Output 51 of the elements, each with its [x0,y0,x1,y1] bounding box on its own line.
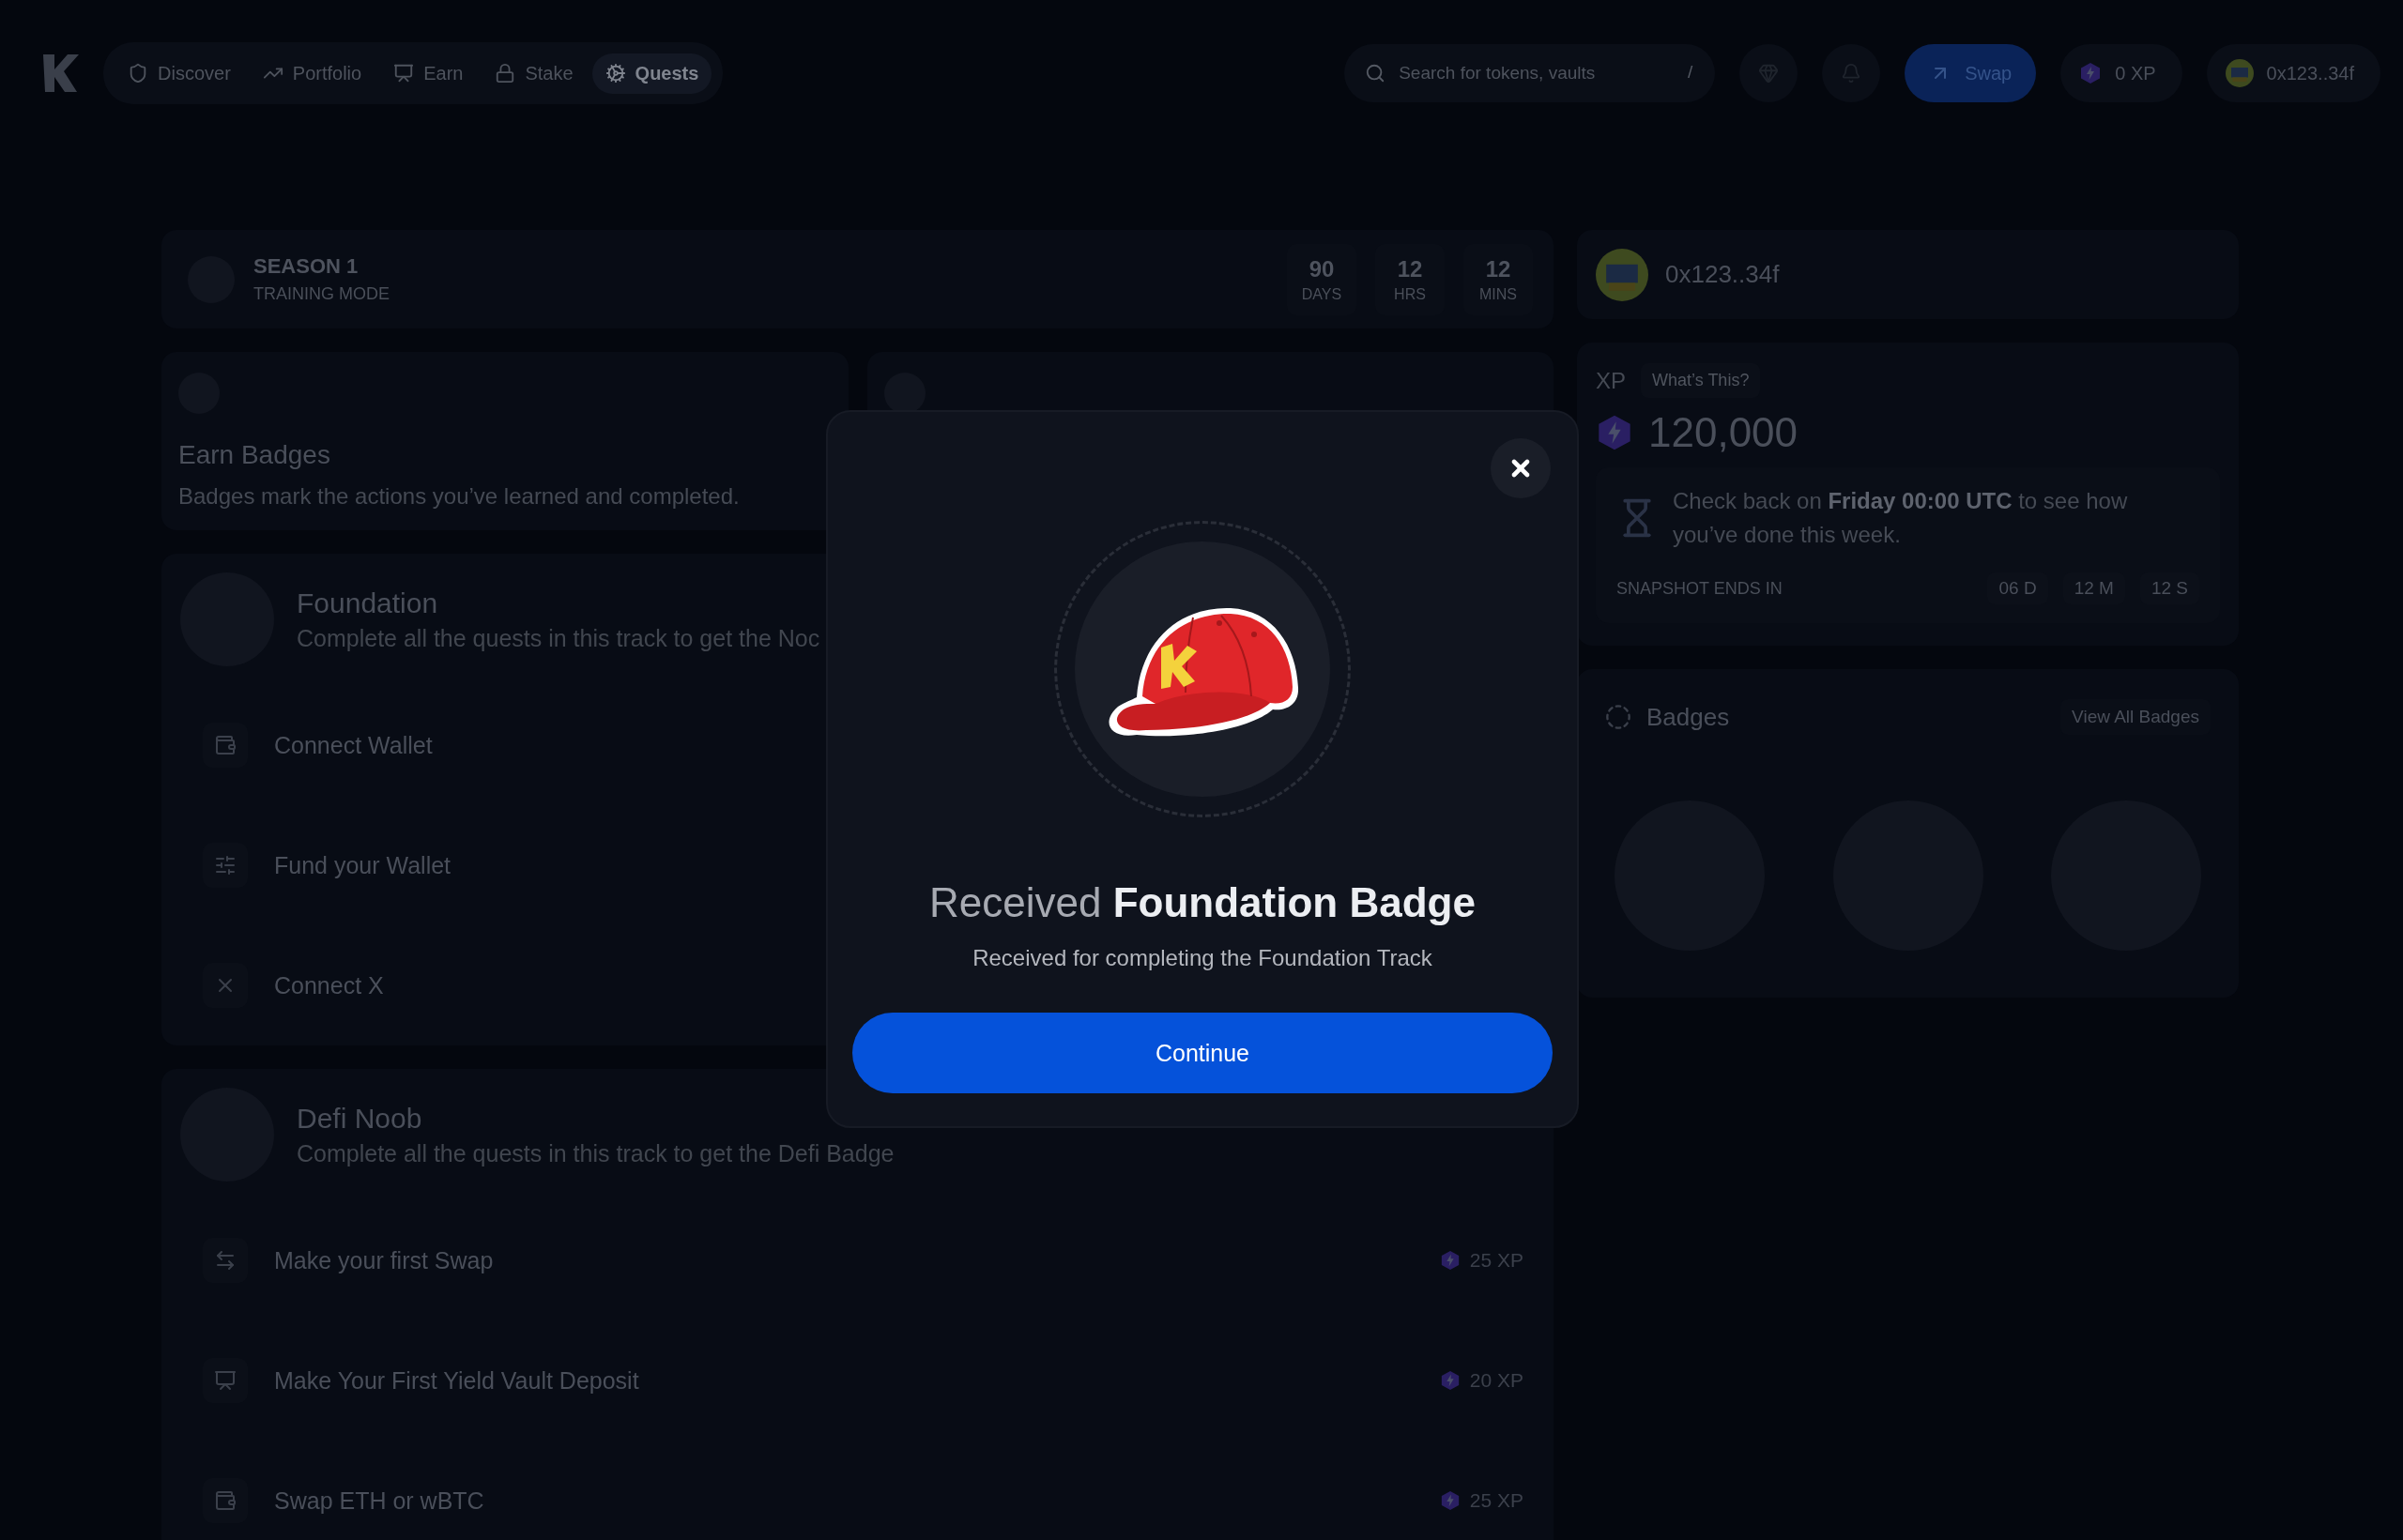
season-title: SEASON 1 [253,254,360,279]
track-description: Complete all the quests in this track to get the Defi Badge [297,1139,895,1167]
logo-icon[interactable] [41,53,79,94]
card-title: Earn Badges [178,440,331,470]
countdown-unit: MINS [1479,285,1517,303]
xp-hexagon-icon [1439,1490,1461,1511]
nav-tab[interactable]: Earn [380,53,477,94]
countdown-value: 12 [1397,255,1423,282]
quest-title: Swap ETH or wBTC [274,1487,484,1515]
dialog-title: Received Foundation Badge [929,879,1476,926]
xp-hexagon-icon [1439,1250,1461,1271]
countdown-value: 12 [1485,255,1511,282]
track-description: Complete all the quests in this track to get the Noc [297,624,820,652]
xp-hexagon-icon [1596,414,1633,451]
countdown-unit: DAYS [1301,285,1342,303]
season-subtitle: TRAINING MODE [253,284,390,304]
quest-title: Fund your Wallet [274,851,452,879]
quest-title: Make your first Swap [274,1246,494,1274]
countdown-unit: HRS [1394,285,1426,303]
xp-hexagon-icon [1439,1370,1461,1391]
track-title: Foundation [297,587,439,619]
card-description: Badges mark the actions you’ve learned and completed. [178,483,741,510]
nav-tab[interactable]: Stake [482,53,587,94]
avatar-icon [1596,248,1648,301]
xp-label: XP [1596,367,1626,394]
nav-tab[interactable]: Portfolio [249,53,375,94]
screen-icon [393,63,415,84]
shortcut-key: / [1687,62,1693,83]
account-button[interactable]: 0x123..34f [2206,44,2380,102]
quest-title: Connect Wallet [274,731,433,759]
nav-tab[interactable]: Quests [591,53,712,94]
badges-title: Badges [1646,702,1731,732]
quest-title: Connect X [274,971,384,999]
lock-icon [495,63,516,84]
notice-text: Check back on Friday 00:00 UTC to see how you’ve done this week. [1673,487,2129,549]
quest-title: Make Your First Yield Vault Deposit [274,1366,639,1395]
badge-icon [1605,704,1631,730]
search-icon [1365,63,1386,84]
xp-button[interactable]: 0 XP [2060,44,2182,102]
dialog-subtitle: Received for completing the Foundation Track [972,945,1432,971]
xp-total: 120,000 [1648,409,1798,456]
countdown-value: 90 [1309,255,1335,282]
avatar-icon [2225,59,2254,87]
track-title: Defi Noob [297,1102,423,1135]
xp-hexagon-icon [2079,62,2103,84]
continue-button[interactable]: Continue [852,1013,1553,1093]
wallet-address: 0x123..34f [1665,260,1780,289]
snapshot-label: SNAPSHOT ENDS IN [1616,578,1783,599]
gear-icon [605,63,626,84]
nav-tab[interactable]: Discover [115,53,244,94]
shield-icon [128,63,148,84]
